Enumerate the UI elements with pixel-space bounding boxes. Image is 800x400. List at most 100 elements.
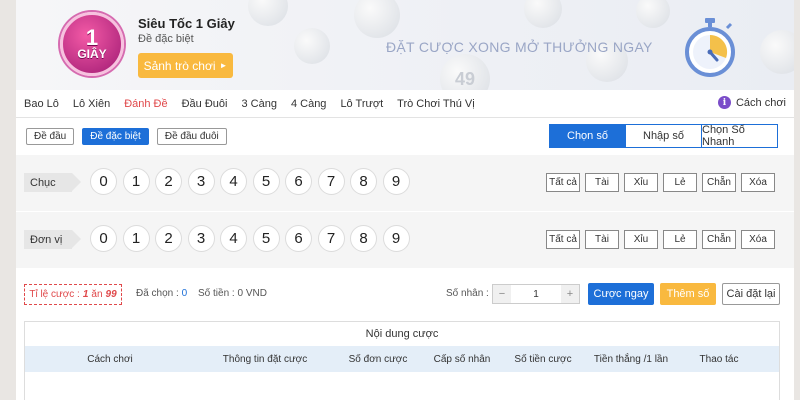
number-ball[interactable]: 4 xyxy=(220,225,247,252)
quick-small-button[interactable]: Xỉu xyxy=(624,173,658,192)
bet-now-button[interactable]: Cược ngay xyxy=(588,283,654,305)
quick-big-button[interactable]: Tài xyxy=(585,173,619,192)
number-ball[interactable]: 6 xyxy=(285,225,312,252)
bg-ball xyxy=(524,0,562,28)
game-banner: 49 1 GIÂY Siêu Tốc 1 Giây Đề đặc biệt Sả… xyxy=(16,0,794,90)
bet-table-header: Cách chơi Thông tin đặt cược Số đơn cược… xyxy=(25,346,779,372)
odds-mid: ăn xyxy=(91,289,103,300)
number-picker: 0 1 2 3 4 5 6 7 8 9 xyxy=(90,225,415,252)
column-header: Thao tác xyxy=(699,353,739,365)
reset-button[interactable]: Cài đặt lại xyxy=(722,283,780,305)
number-ball[interactable]: 2 xyxy=(155,225,182,252)
quick-small-button[interactable]: Xỉu xyxy=(624,230,658,249)
subtab-de-dau-duoi[interactable]: Đề đầu đuôi xyxy=(156,128,227,145)
nav-item-3-cang[interactable]: 3 Càng xyxy=(241,98,276,110)
number-ball[interactable]: 8 xyxy=(350,168,377,195)
bg-ball-number: 49 xyxy=(454,68,476,89)
number-ball[interactable]: 7 xyxy=(317,168,345,195)
multiplier-label: Số nhân : xyxy=(446,288,489,299)
game-subtitle: Đề đặc biệt xyxy=(138,33,194,45)
nav-item-4-cang[interactable]: 4 Càng xyxy=(291,98,326,110)
bg-ball: 49 xyxy=(440,54,490,90)
selected-value: 0 xyxy=(181,288,188,299)
number-ball[interactable]: 3 xyxy=(187,168,215,195)
bg-ball xyxy=(636,0,670,28)
quick-select: Tất cả Tài Xỉu Lẻ Chẵn Xóa xyxy=(546,230,780,249)
quick-even-button[interactable]: Chẵn xyxy=(702,173,736,192)
row-label: Chục xyxy=(24,173,81,192)
bg-ball xyxy=(294,28,330,64)
nav-item-lo-truot[interactable]: Lô Trượt xyxy=(340,98,383,110)
logo-word: GIÂY xyxy=(77,47,107,61)
column-header: Cách chơi xyxy=(87,353,133,365)
amount-label: Số tiền : xyxy=(198,288,235,299)
mode-nhap-so[interactable]: Nhập số xyxy=(625,124,702,148)
bet-amount: Số tiền : 0 VND xyxy=(198,288,267,299)
number-ball[interactable]: 5 xyxy=(252,168,280,195)
number-ball[interactable]: 5 xyxy=(252,225,280,252)
nav-item-bao-lo[interactable]: Bao Lô xyxy=(24,98,59,110)
number-ball[interactable]: 6 xyxy=(285,168,312,195)
number-ball[interactable]: 1 xyxy=(122,225,150,252)
odds-box: Tỉ lệ cược : 1 ăn 99 xyxy=(24,284,122,305)
stopwatch-icon xyxy=(685,18,735,77)
how-to-play-label: Cách chơi xyxy=(735,96,786,109)
game-logo: 1 GIÂY xyxy=(60,12,124,76)
number-ball[interactable]: 8 xyxy=(350,225,377,252)
quick-all-button[interactable]: Tất cả xyxy=(546,173,580,192)
nav-item-lo-xien[interactable]: Lô Xiên xyxy=(73,98,110,110)
number-ball[interactable]: 3 xyxy=(187,225,215,252)
row-label: Đơn vị xyxy=(24,230,81,249)
game-frame: 49 1 GIÂY Siêu Tốc 1 Giây Đề đặc biệt Sả… xyxy=(16,0,794,400)
how-to-play-link[interactable]: i Cách chơi xyxy=(717,96,786,109)
number-ball[interactable]: 0 xyxy=(90,168,117,195)
plus-icon[interactable]: + xyxy=(561,285,579,303)
quick-odd-button[interactable]: Lẻ xyxy=(663,173,697,192)
minus-icon[interactable]: − xyxy=(493,285,511,303)
number-ball[interactable]: 7 xyxy=(317,225,345,252)
game-hall-button[interactable]: Sảnh trò chơi ► xyxy=(138,53,233,78)
mode-chon-so-nhanh[interactable]: Chọn Số Nhanh xyxy=(701,124,778,148)
selected-count: Đã chọn : 0 xyxy=(136,288,187,299)
number-ball[interactable]: 9 xyxy=(382,225,410,252)
nav-item-tro-choi-thu-vi[interactable]: Trò Chơi Thú Vị xyxy=(397,98,475,110)
game-type-nav: Bao Lô Lô Xiên Đánh Đề Đầu Đuôi 3 Càng 4… xyxy=(16,90,794,118)
quick-big-button[interactable]: Tài xyxy=(585,230,619,249)
number-ball[interactable]: 2 xyxy=(155,168,182,195)
subtab-de-dau[interactable]: Đề đầu xyxy=(26,128,75,145)
quick-select: Tất cả Tài Xỉu Lẻ Chẵn Xóa xyxy=(546,173,780,192)
nav-item-dau-duoi[interactable]: Đầu Đuôi xyxy=(182,98,228,110)
bet-content-title: Nội dung cược xyxy=(365,328,439,340)
digit-row-units: Đơn vị 0 1 2 3 4 5 6 7 8 9 Tất cả Tài Xỉ… xyxy=(16,212,794,268)
number-ball[interactable]: 9 xyxy=(382,168,410,195)
game-hall-label: Sảnh trò chơi xyxy=(143,58,216,73)
caret-right-icon: ► xyxy=(219,61,228,70)
odds-value: 99 xyxy=(105,289,117,300)
number-ball[interactable]: 1 xyxy=(122,168,150,195)
number-picker: 0 1 2 3 4 5 6 7 8 9 xyxy=(90,168,415,195)
slogan: ĐẶT CƯỢC XONG MỞ THƯỞNG NGAY xyxy=(386,39,653,55)
input-mode-tabs: Chọn số Nhập số Chọn Số Nhanh xyxy=(549,124,778,148)
multiplier-input[interactable]: 1 xyxy=(511,289,561,300)
add-number-button[interactable]: Thêm số xyxy=(660,283,716,305)
quick-all-button[interactable]: Tất cả xyxy=(546,230,580,249)
quick-clear-button[interactable]: Xóa xyxy=(741,173,775,192)
quick-clear-button[interactable]: Xóa xyxy=(741,230,775,249)
column-header: Số tiền cược xyxy=(514,353,572,365)
game-title: Siêu Tốc 1 Giây xyxy=(138,16,235,31)
digit-row-tens: Chục 0 1 2 3 4 5 6 7 8 9 Tất cả Tài Xỉu … xyxy=(16,155,794,211)
number-ball[interactable]: 4 xyxy=(220,168,247,195)
column-header: Tiền thắng /1 lần xyxy=(593,353,669,365)
number-ball[interactable]: 0 xyxy=(90,225,117,252)
odds-label: Tỉ lệ cược : xyxy=(29,289,80,300)
odds-base: 1 xyxy=(82,289,89,300)
quick-odd-button[interactable]: Lẻ xyxy=(663,230,697,249)
multiplier-stepper: − 1 + xyxy=(492,284,580,304)
amount-value: 0 VND xyxy=(237,288,267,299)
mode-chon-so[interactable]: Chọn số xyxy=(549,124,626,148)
subtab-de-dac-biet[interactable]: Đề đặc biệt xyxy=(82,128,149,145)
quick-even-button[interactable]: Chẵn xyxy=(702,230,736,249)
bg-ball xyxy=(248,0,288,26)
column-header: Thông tin đặt cược xyxy=(222,353,308,365)
nav-item-danh-de[interactable]: Đánh Đề xyxy=(124,98,167,110)
